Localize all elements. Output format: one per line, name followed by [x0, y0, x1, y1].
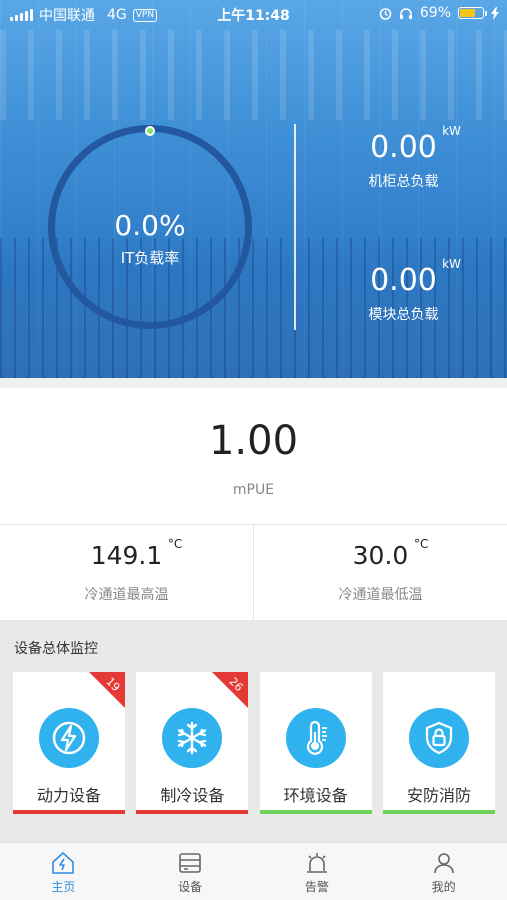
cabinet-load-label: 机柜总负载	[368, 174, 439, 190]
it-load-value: 0.0%	[114, 209, 186, 242]
thermometer-icon	[285, 708, 346, 768]
environment-equipment-card[interactable]: 环境设备	[259, 672, 372, 814]
status-bar: 中国联通 4G VPN 上午11:48 69%	[0, 0, 507, 28]
max-temp-label: 冷通道最高温	[84, 587, 169, 603]
module-load-label: 模块总负载	[368, 307, 439, 323]
cabinet-load-unit: kW	[442, 124, 461, 138]
cooling-equipment-card[interactable]: 26 制冷设备	[136, 672, 249, 814]
status-bar	[382, 810, 495, 814]
power-equipment-card[interactable]: 19 动力设备	[13, 672, 125, 814]
tab-devices-label: 设备	[178, 880, 203, 894]
home-icon	[52, 851, 75, 874]
min-temp-unit: °C	[413, 537, 429, 551]
snowflake-icon	[162, 708, 223, 768]
tab-home[interactable]: 主页	[0, 843, 127, 900]
pue-value: 1.00	[208, 418, 299, 464]
module-load-unit: kW	[442, 257, 461, 271]
card-label: 动力设备	[36, 786, 101, 805]
security-fire-card[interactable]: 安防消防	[382, 672, 495, 814]
min-temp-value: 30.0	[352, 541, 409, 570]
battery-percent: 69%	[419, 5, 451, 21]
hero-divider	[294, 124, 296, 330]
lightning-icon	[39, 708, 99, 768]
alarm-siren-icon	[306, 853, 327, 873]
card-label: 制冷设备	[160, 786, 225, 805]
charging-bolt-icon	[491, 6, 499, 20]
headphones-icon	[399, 7, 412, 19]
min-temp-cell: 30.0 °C 冷通道最低温	[253, 525, 507, 620]
pue-card: 1.00 mPUE	[0, 388, 507, 524]
card-label: 安防消防	[406, 786, 471, 805]
module-load: 0.00 kW 模块总负载	[300, 257, 507, 324]
it-load-label: IT负载率	[120, 249, 180, 267]
tab-mine-label: 我的	[431, 880, 456, 894]
max-temp-value: 149.1	[90, 541, 163, 570]
cold-aisle-temps: 149.1 °C 冷通道最高温 30.0 °C 冷通道最低温	[0, 524, 507, 620]
pue-label: mPUE	[232, 482, 275, 498]
module-load-value: 0.00	[370, 263, 437, 298]
hero-banner: 中国联通 4G VPN 上午11:48 69% 0.0% IT负载率 0.00 …	[0, 0, 507, 378]
max-temp-cell: 149.1 °C 冷通道最高温	[0, 525, 253, 620]
alarm-clock-icon	[379, 7, 392, 20]
tab-bar: 主页 设备 告警 我的	[0, 842, 507, 900]
devices-icon	[179, 853, 201, 873]
user-icon	[433, 853, 454, 874]
battery-icon	[458, 7, 487, 19]
max-temp-unit: °C	[167, 537, 183, 551]
device-monitor-section: 设备总体监控 19 动力设备 26 制冷设备 环境设备 安防消防	[0, 620, 507, 842]
shield-lock-icon	[408, 708, 469, 768]
status-bar	[259, 810, 372, 814]
status-bar	[13, 810, 125, 814]
tab-alarms-label: 告警	[304, 880, 329, 894]
gauge-indicator-dot	[145, 126, 155, 136]
tab-alarms[interactable]: 告警	[254, 843, 381, 900]
min-temp-label: 冷通道最低温	[338, 587, 423, 603]
tab-devices[interactable]: 设备	[127, 843, 254, 900]
tab-home-label: 主页	[51, 880, 76, 894]
card-label: 环境设备	[283, 786, 348, 805]
it-load-gauge: 0.0% IT负载率	[48, 125, 252, 329]
status-bar	[136, 810, 249, 814]
cabinet-load-value: 0.00	[370, 130, 437, 165]
section-title: 设备总体监控	[14, 641, 98, 657]
cabinet-load: 0.00 kW 机柜总负载	[300, 124, 507, 191]
tab-mine[interactable]: 我的	[380, 843, 507, 900]
